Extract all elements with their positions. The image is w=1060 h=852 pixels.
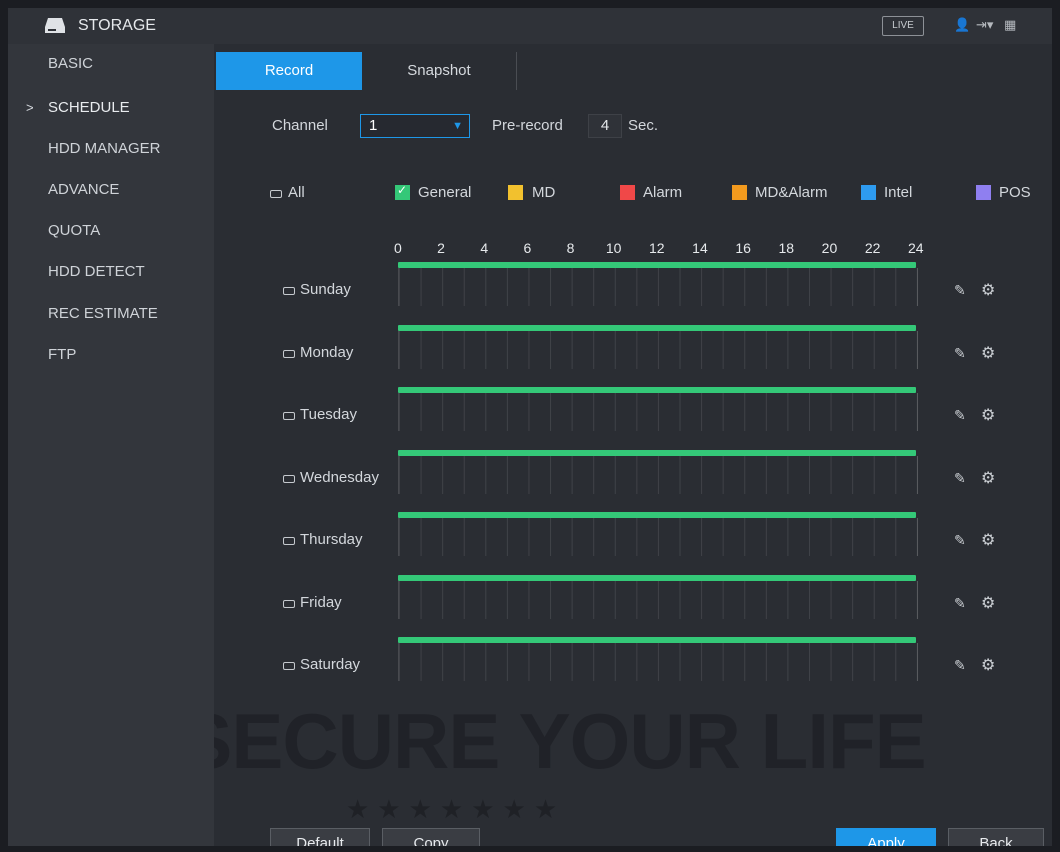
day-label: Saturday [300, 656, 361, 673]
prerecord-label: Pre-record [492, 117, 563, 134]
grid-menu-icon[interactable]: ▦ [1004, 17, 1016, 33]
general-checkbox[interactable] [395, 183, 410, 200]
hour-tick: 20 [821, 240, 838, 256]
edit-pencil-icon[interactable]: ✎ [954, 657, 966, 674]
legend-md: MD [532, 184, 556, 201]
sidebar-item-quota[interactable]: QUOTA [8, 211, 214, 251]
legend-general: General [418, 184, 472, 201]
edit-pencil-icon[interactable]: ✎ [954, 595, 966, 612]
legend-intel: Intel [884, 184, 913, 201]
gear-icon[interactable]: ⚙ [981, 280, 995, 300]
day-checkbox[interactable] [283, 599, 295, 608]
storage-icon [45, 18, 65, 33]
prerecord-unit: Sec. [628, 117, 659, 134]
day-checkbox[interactable] [283, 349, 295, 358]
day-label: Tuesday [300, 406, 357, 423]
all-checkbox[interactable] [270, 190, 282, 198]
day-checkbox[interactable] [283, 412, 295, 420]
hour-tick: 10 [605, 240, 622, 256]
pos-swatch[interactable] [976, 185, 991, 200]
page-title: STORAGE [78, 17, 156, 34]
day-timeline[interactable] [398, 393, 918, 431]
edit-pencil-icon[interactable]: ✎ [954, 470, 966, 487]
day-timeline[interactable] [398, 268, 918, 306]
edit-pencil-icon[interactable]: ✎ [954, 532, 966, 549]
hour-tick: 8 [566, 240, 575, 256]
chevron-down-icon: ▼ [452, 120, 463, 132]
gear-icon[interactable]: ⚙ [981, 468, 995, 488]
live-button[interactable]: LIVE [882, 16, 924, 36]
day-label: Friday [300, 593, 342, 611]
day-timeline[interactable] [398, 455, 918, 494]
logout-icon[interactable]: ⇥▾ [976, 17, 993, 33]
day-timeline[interactable] [398, 518, 918, 556]
gear-icon[interactable]: ⚙ [981, 343, 995, 363]
legend-pos: POS [999, 184, 1031, 201]
sidebar-item-advance[interactable]: ADVANCE [8, 170, 214, 210]
gear-icon[interactable]: ⚙ [981, 655, 995, 675]
day-label: Sunday [300, 281, 351, 298]
active-marker: > [26, 100, 34, 115]
sidebar-item-rec-estimate[interactable]: REC ESTIMATE [8, 294, 214, 334]
sidebar-item-hdd-detect[interactable]: HDD DETECT [8, 252, 214, 292]
hour-tick: 2 [437, 240, 445, 256]
hour-tick: 18 [778, 240, 795, 256]
hour-tick: 12 [649, 240, 665, 256]
day-checkbox[interactable] [283, 474, 295, 483]
md-swatch[interactable] [508, 185, 523, 200]
edit-pencil-icon[interactable]: ✎ [954, 407, 966, 424]
day-label: Wednesday [300, 468, 379, 486]
channel-select[interactable]: 1 ▼ [360, 114, 470, 138]
sidebar: BASIC > SCHEDULE HDD MANAGER ADVANCE QUO… [8, 44, 214, 846]
intel-swatch[interactable] [861, 185, 876, 200]
day-timeline[interactable] [398, 643, 918, 681]
tab-record[interactable]: Record [216, 52, 362, 90]
gear-icon[interactable]: ⚙ [981, 593, 995, 613]
day-label: Monday [300, 343, 354, 361]
copy-button[interactable]: Copy [382, 828, 480, 846]
user-icon[interactable]: 👤 [954, 17, 970, 33]
day-checkbox[interactable] [283, 537, 295, 545]
apply-button[interactable]: Apply [836, 828, 936, 846]
day-checkbox[interactable] [283, 662, 295, 670]
edit-pencil-icon[interactable]: ✎ [954, 345, 966, 362]
alarm-swatch[interactable] [620, 185, 635, 200]
gear-icon[interactable]: ⚙ [981, 405, 995, 425]
sidebar-item-schedule[interactable]: > SCHEDULE [8, 88, 214, 128]
hour-tick: 22 [864, 240, 881, 256]
hour-tick: 16 [735, 240, 751, 256]
legend-md-alarm: MD&Alarm [755, 184, 828, 201]
legend-alarm: Alarm [643, 184, 683, 201]
hour-tick: 6 [523, 240, 532, 256]
prerecord-input[interactable]: 4 [588, 114, 622, 138]
tab-snapshot[interactable]: Snapshot [362, 52, 516, 90]
channel-label: Channel [272, 117, 328, 134]
sidebar-item-hdd-manager[interactable]: HDD MANAGER [8, 129, 214, 169]
day-checkbox[interactable] [283, 287, 295, 295]
day-timeline[interactable] [398, 580, 918, 619]
gear-icon[interactable]: ⚙ [981, 530, 995, 550]
md-alarm-swatch[interactable] [732, 185, 747, 200]
storage-window: WE SECURE YOUR LIFE ★★★★★★★ STORAGE LIVE… [8, 8, 1052, 846]
sidebar-item-basic[interactable]: BASIC [8, 44, 214, 84]
title-bar: STORAGE LIVE 👤 ⇥▾ ▦ [8, 8, 1052, 44]
hour-tick: 14 [692, 240, 708, 256]
all-label: All [288, 184, 305, 201]
edit-pencil-icon[interactable]: ✎ [954, 282, 966, 299]
hour-tick: 4 [480, 240, 489, 256]
hour-tick: 24 [908, 240, 924, 256]
watermark-stars: ★★★★★★★ [346, 794, 566, 824]
default-button[interactable]: Default [270, 828, 370, 846]
day-label: Thursday [300, 531, 363, 548]
sidebar-item-ftp[interactable]: FTP [8, 335, 214, 375]
back-button[interactable]: Back [948, 828, 1044, 846]
hour-tick: 0 [394, 240, 402, 256]
day-timeline[interactable] [398, 330, 918, 369]
tab-divider [516, 52, 517, 90]
